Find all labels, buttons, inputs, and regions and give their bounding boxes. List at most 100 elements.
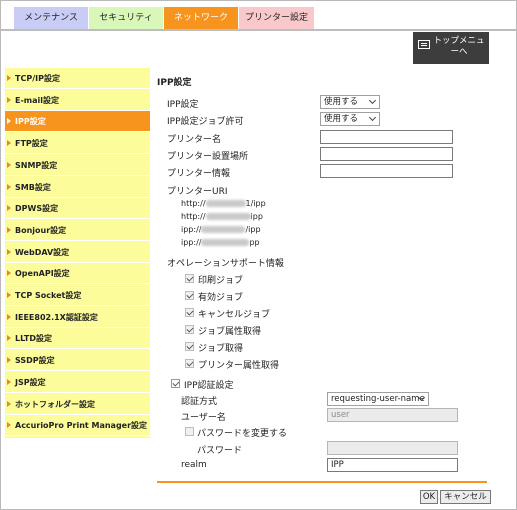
ipp-setting-label: IPP設定 xyxy=(167,100,199,110)
sidebar-item-label: SNMP設定 xyxy=(15,160,58,170)
triangle-right-icon xyxy=(7,226,11,233)
tab-security[interactable]: セキュリティ xyxy=(89,7,163,29)
ipp-auth-label: IPP認証設定 xyxy=(184,381,234,391)
sidebar-item[interactable]: DPWS設定 xyxy=(5,198,150,220)
ipp-job-permit-select[interactable]: 使用する xyxy=(320,112,380,126)
ok-button[interactable]: OK xyxy=(420,490,438,504)
printer-uri-line-2: http://ipp xyxy=(181,212,263,221)
printer-uri-line-4: ipp://pp xyxy=(181,238,260,247)
triangle-right-icon xyxy=(7,118,11,125)
triangle-right-icon xyxy=(7,205,11,212)
sidebar-item-label: SMB設定 xyxy=(15,182,51,192)
operation-checkbox[interactable] xyxy=(185,342,194,351)
ipp-setting-select[interactable]: 使用する xyxy=(320,95,380,109)
realm-input[interactable]: IPP xyxy=(327,458,458,472)
triangle-right-icon xyxy=(7,357,11,364)
operation-label: ジョブ属性取得 xyxy=(198,327,262,337)
operation-label: 有効ジョブ xyxy=(198,293,244,303)
printer-name-input[interactable] xyxy=(320,130,453,144)
auth-method-label: 認証方式 xyxy=(181,397,218,407)
sidebar-item-label: IEEE802.1X認証設定 xyxy=(15,312,98,322)
triangle-right-icon xyxy=(7,422,11,429)
divider-line xyxy=(157,481,487,483)
ipp-setting-value: 使用する xyxy=(324,97,359,107)
page-title: IPP設定 xyxy=(157,78,192,88)
main-panel: IPP設定 IPP設定 使用する IPP設定ジョブ許可 使用する プリンター名 … xyxy=(157,68,497,488)
sidebar-item[interactable]: Bonjour設定 xyxy=(5,220,150,241)
printer-location-label: プリンター設置場所 xyxy=(167,152,249,162)
top-menu-button[interactable]: トップメニュ ーへ xyxy=(413,32,489,64)
change-password-label: パスワードを変更する xyxy=(197,429,288,439)
tab-maintenance[interactable]: メンテナンス xyxy=(14,7,88,29)
printer-info-input[interactable] xyxy=(320,164,453,178)
triangle-right-icon xyxy=(7,248,11,255)
sidebar-item-label: SSDP設定 xyxy=(15,356,55,366)
triangle-right-icon xyxy=(7,270,11,277)
sidebar-item[interactable]: ホットフォルダー設定 xyxy=(5,394,150,415)
printer-uri-label: プリンターURI xyxy=(167,187,228,197)
sidebar-item[interactable]: AccurioPro Print Manager設定 xyxy=(5,415,150,437)
sidebar-item-label: WebDAV設定 xyxy=(15,247,70,257)
user-name-input[interactable]: user xyxy=(327,408,458,422)
operation-label: ジョブ取得 xyxy=(198,344,244,354)
operation-label: キャンセルジョブ xyxy=(198,310,271,320)
operation-checkbox[interactable] xyxy=(185,325,194,334)
chevron-down-icon xyxy=(368,113,377,122)
user-name-label: ユーザー名 xyxy=(181,413,226,423)
menu-window-icon xyxy=(418,40,430,49)
sidebar-item[interactable]: LLTD設定 xyxy=(5,328,150,350)
tab-network[interactable]: ネットワーク xyxy=(164,7,238,29)
operation-checkbox[interactable] xyxy=(185,291,194,300)
operation-checkbox[interactable] xyxy=(185,274,194,283)
printer-location-input[interactable] xyxy=(320,147,453,161)
sidebar-item-label: DPWS設定 xyxy=(15,204,59,214)
cancel-button[interactable]: キャンセル xyxy=(440,490,491,504)
operations-label: オペレーションサポート情報 xyxy=(167,259,284,269)
sidebar-item[interactable]: OpenAPI設定 xyxy=(5,263,150,285)
sidebar-item[interactable]: SSDP設定 xyxy=(5,350,150,372)
triangle-right-icon xyxy=(7,140,11,147)
printer-name-label: プリンター名 xyxy=(167,135,222,145)
sidebar-item-label: LLTD設定 xyxy=(15,334,52,344)
ipp-auth-checkbox[interactable] xyxy=(171,379,180,388)
operation-label: 印刷ジョブ xyxy=(198,276,244,286)
sidebar: TCP/IP設定 E-mail設定 IPP設定 FTP設定 SNMP設定 SMB設定 DPW… xyxy=(5,68,150,438)
sidebar-item-label: IPP設定 xyxy=(15,117,46,127)
change-password-checkbox[interactable] xyxy=(185,427,194,436)
chevron-down-icon xyxy=(368,96,377,105)
sidebar-item-label: TCP/IP設定 xyxy=(15,74,60,83)
sidebar-item[interactable]: JSP設定 xyxy=(5,372,150,393)
sidebar-item-label: JSP設定 xyxy=(15,377,46,387)
sidebar-item[interactable]: TCP/IP設定 xyxy=(5,68,150,89)
printer-uri-line-3: ipp:///ipp xyxy=(181,225,261,234)
sidebar-item[interactable]: IPP設定 xyxy=(5,111,150,133)
triangle-right-icon xyxy=(7,161,11,168)
sidebar-item[interactable]: WebDAV設定 xyxy=(5,242,150,263)
operation-checkbox[interactable] xyxy=(185,359,194,368)
operation-checkbox[interactable] xyxy=(185,308,194,317)
sidebar-item[interactable]: FTP設定 xyxy=(5,133,150,155)
sidebar-item-label: ホットフォルダー設定 xyxy=(15,399,95,409)
triangle-right-icon xyxy=(7,378,11,385)
sidebar-item[interactable]: IEEE802.1X認証設定 xyxy=(5,307,150,328)
sidebar-item-label: TCP Socket設定 xyxy=(15,291,82,300)
ipp-job-permit-label: IPP設定ジョブ許可 xyxy=(167,117,244,127)
triangle-right-icon xyxy=(7,335,11,342)
triangle-right-icon xyxy=(7,400,11,407)
sidebar-item[interactable]: SMB設定 xyxy=(5,177,150,198)
sidebar-item[interactable]: SNMP設定 xyxy=(5,155,150,176)
password-input[interactable] xyxy=(327,441,458,455)
window-frame: メンテナンス セキュリティ ネットワーク プリンター設定 トップメニュ ーへ T… xyxy=(0,0,517,510)
printer-info-label: プリンター情報 xyxy=(167,169,231,179)
sidebar-item-label: AccurioPro Print Manager設定 xyxy=(15,421,148,431)
sidebar-item[interactable]: TCP Socket設定 xyxy=(5,285,150,306)
sidebar-item-label: E-mail設定 xyxy=(15,95,60,105)
triangle-right-icon xyxy=(7,96,11,103)
sidebar-item-label: OpenAPI設定 xyxy=(15,269,70,279)
triangle-right-icon xyxy=(7,313,11,320)
tab-printer-settings[interactable]: プリンター設定 xyxy=(239,7,314,29)
sidebar-item-label: FTP設定 xyxy=(15,139,48,149)
sidebar-item[interactable]: E-mail設定 xyxy=(5,90,150,111)
auth-method-select[interactable]: requesting-user-name xyxy=(327,392,429,406)
triangle-right-icon xyxy=(7,292,11,298)
